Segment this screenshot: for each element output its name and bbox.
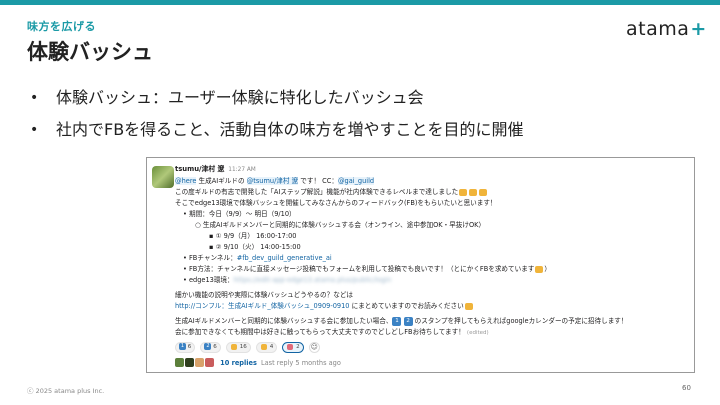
message-line: 細かい機能の説明や実際に体験バッシュどうやるの？などは bbox=[175, 291, 354, 299]
bullet-item: • 社内でFBを得ること、活動自体の味方を増やすことを目的に開催 bbox=[30, 120, 700, 140]
bullet-dot-icon: • bbox=[30, 90, 39, 106]
copyright: ⓒ 2025 atama plus Inc. bbox=[27, 387, 105, 395]
reply-avatar bbox=[195, 358, 204, 367]
blurred-url-link[interactable]: https://edit-app-edge13.atama.plus/publi… bbox=[234, 276, 392, 284]
here-mention[interactable]: @here bbox=[175, 177, 197, 185]
bullet-text: 体験バッシュ：ユーザー体験に特化したバッシュ会 bbox=[56, 88, 424, 107]
reaction-count: 6 bbox=[187, 344, 192, 350]
reaction-clap[interactable]: 16 bbox=[225, 342, 251, 353]
list-item: • FBチャンネル：#fb_dev_guild_generative_ai bbox=[183, 254, 332, 262]
message-text: FB方法：チャンネルに直接メッセージ投稿でもフォームを利用して投稿でも良いです！… bbox=[189, 265, 535, 273]
reaction-count: 2 bbox=[296, 344, 300, 350]
slack-message: tsumu/津村 遼 11:27 AM @here 生成AIギルドの @tsumu… bbox=[175, 164, 690, 369]
message-header: tsumu/津村 遼 11:27 AM bbox=[175, 164, 690, 176]
thread-replies[interactable]: 10 replies Last reply 5 months ago bbox=[175, 358, 690, 369]
atama-plus-logo: atama+ bbox=[626, 18, 707, 40]
message-text: FBチャンネル： bbox=[189, 254, 237, 262]
reaction-count: 4 bbox=[269, 344, 274, 350]
party-emoji-icon bbox=[260, 343, 267, 350]
page-number: 60 bbox=[682, 384, 691, 392]
message-text: ① 9/9（月） 16:00-17:00 bbox=[215, 232, 297, 240]
user-avatar[interactable] bbox=[152, 166, 174, 188]
user-mention[interactable]: @tsumu/津村 遼 bbox=[246, 177, 299, 185]
bullet-list: • 体験バッシュ：ユーザー体験に特化したバッシュ会 • 社内でFBを得ること、活動自… bbox=[30, 88, 700, 152]
keycap-one-icon: 1 bbox=[392, 316, 402, 326]
message-line: 生成AIギルドメンバーと同期的に体験バッシュする会に参加したい場合、 1 2 のス… bbox=[175, 316, 690, 327]
bullet-dot-icon: • bbox=[30, 122, 39, 138]
party-emoji-icon bbox=[479, 188, 488, 196]
party-emoji-icon bbox=[459, 188, 468, 196]
reply-count[interactable]: 10 replies bbox=[220, 359, 257, 367]
keycap-two-icon: 2 bbox=[403, 316, 413, 326]
message-text: ） bbox=[544, 265, 551, 273]
top-accent-bar bbox=[0, 0, 720, 5]
reaction-party[interactable]: 4 bbox=[255, 342, 278, 353]
confluence-link[interactable]: http://コンフル：生成AIギルド_体験バッシュ_0909-0910 bbox=[175, 302, 350, 310]
bullet-text: 社内でFBを得ること、活動自体の味方を増やすことを目的に開催 bbox=[56, 120, 524, 139]
edited-label: (edited) bbox=[466, 330, 489, 336]
reply-avatar bbox=[205, 358, 214, 367]
message-line: @here 生成AIギルドの @tsumu/津村 遼 です！ CC：@gai_g… bbox=[175, 176, 690, 187]
heart-emoji-icon bbox=[287, 343, 294, 350]
message-text: 期間：今日（9/9）〜 明日（9/10） bbox=[189, 210, 296, 218]
message-line: http://コンフル：生成AIギルド_体験バッシュ_0909-0910 にまと… bbox=[175, 301, 690, 312]
message-line: そこでedge13環境で体験バッシュを開催してみなさんからのフィードバック(FB… bbox=[175, 199, 497, 207]
reaction-keycap-one[interactable]: 1 6 bbox=[175, 342, 196, 353]
list-item: • FB方法：チャンネルに直接メッセージ投稿でもフォームを利用して投稿でも良いで… bbox=[183, 265, 551, 273]
message-text: 生成AIギルドメンバーと同期的に体験バッシュする会（オンライン、途中参加OK・早… bbox=[202, 221, 486, 229]
message-text: 生成AIギルドの bbox=[196, 177, 247, 185]
slack-message-screenshot: tsumu/津村 遼 11:27 AM @here 生成AIギルドの @tsumu… bbox=[146, 157, 695, 373]
reply-avatar bbox=[175, 358, 184, 367]
reaction-count: 6 bbox=[213, 344, 217, 350]
last-reply-time: Last reply 5 months ago bbox=[260, 358, 341, 367]
reaction-keycap-two[interactable]: 2 6 bbox=[200, 342, 221, 353]
list-item: • edge13環境：https://edit-app-edge13.atama… bbox=[183, 276, 392, 284]
message-text: 会に参加できなくても期間中は好きに触ってもらって大丈夫ですのでどしどしFBお待ち… bbox=[175, 328, 465, 336]
message-text: です！ CC： bbox=[298, 177, 338, 185]
reaction-bar: 1 6 2 6 16 4 2 ☺ bbox=[175, 342, 690, 354]
message-line: この度ギルドの有志で開発した「AIステップ解説」機能が社内体験できるレベルまで達… bbox=[175, 187, 690, 198]
clap-emoji-icon bbox=[230, 343, 237, 350]
keycap-two-icon: 2 bbox=[204, 343, 212, 350]
list-item: ○ 生成AIギルドメンバーと同期的に体験バッシュする会（オンライン、途中参加OK… bbox=[195, 221, 486, 229]
section-label: 味方を広げる bbox=[27, 20, 96, 33]
list-item: • 期間：今日（9/9）〜 明日（9/10） bbox=[183, 210, 296, 218]
reaction-heart[interactable]: 2 bbox=[282, 342, 304, 353]
message-text: のスタンプを押してもらえればgoogleカレンダーの予定に招待します！ bbox=[412, 317, 628, 325]
message-line: 会に参加できなくても期間中は好きに触ってもらって大丈夫ですのでどしどしFBお待ち… bbox=[175, 327, 690, 339]
bullet-item: • 体験バッシュ：ユーザー体験に特化したバッシュ会 bbox=[30, 88, 700, 108]
logo-text: atama bbox=[626, 18, 690, 40]
channel-link[interactable]: #fb_dev_guild_generative_ai bbox=[237, 254, 332, 262]
message-author[interactable]: tsumu/津村 遼 bbox=[175, 165, 224, 173]
reply-avatar bbox=[185, 358, 194, 367]
pray-emoji-icon bbox=[464, 302, 473, 310]
list-item: ▪ ② 9/10（火） 14:00-15:00 bbox=[209, 243, 301, 251]
slide-title: 体験バッシュ bbox=[27, 40, 153, 64]
party-emoji-icon bbox=[469, 188, 478, 196]
pray-emoji-icon bbox=[535, 265, 544, 273]
message-text: edge13環境： bbox=[189, 276, 234, 284]
message-text: ② 9/10（火） 14:00-15:00 bbox=[215, 243, 301, 251]
message-text: この度ギルドの有志で開発した「AIステップ解説」機能が社内体験できるレベルまで達… bbox=[175, 188, 459, 196]
message-time[interactable]: 11:27 AM bbox=[228, 167, 256, 173]
logo-plus-icon: + bbox=[690, 18, 707, 40]
group-mention[interactable]: @gai_guild bbox=[337, 177, 375, 185]
list-item: ▪ ① 9/9（月） 16:00-17:00 bbox=[209, 232, 297, 240]
add-reaction-icon[interactable]: ☺ bbox=[308, 342, 320, 353]
message-text: 生成AIギルドメンバーと同期的に体験バッシュする会に参加したい場合、 bbox=[175, 317, 393, 325]
reaction-count: 16 bbox=[239, 344, 247, 350]
keycap-one-icon: 1 bbox=[179, 343, 186, 350]
message-text: にまとめていますのでお読みください bbox=[349, 302, 464, 310]
